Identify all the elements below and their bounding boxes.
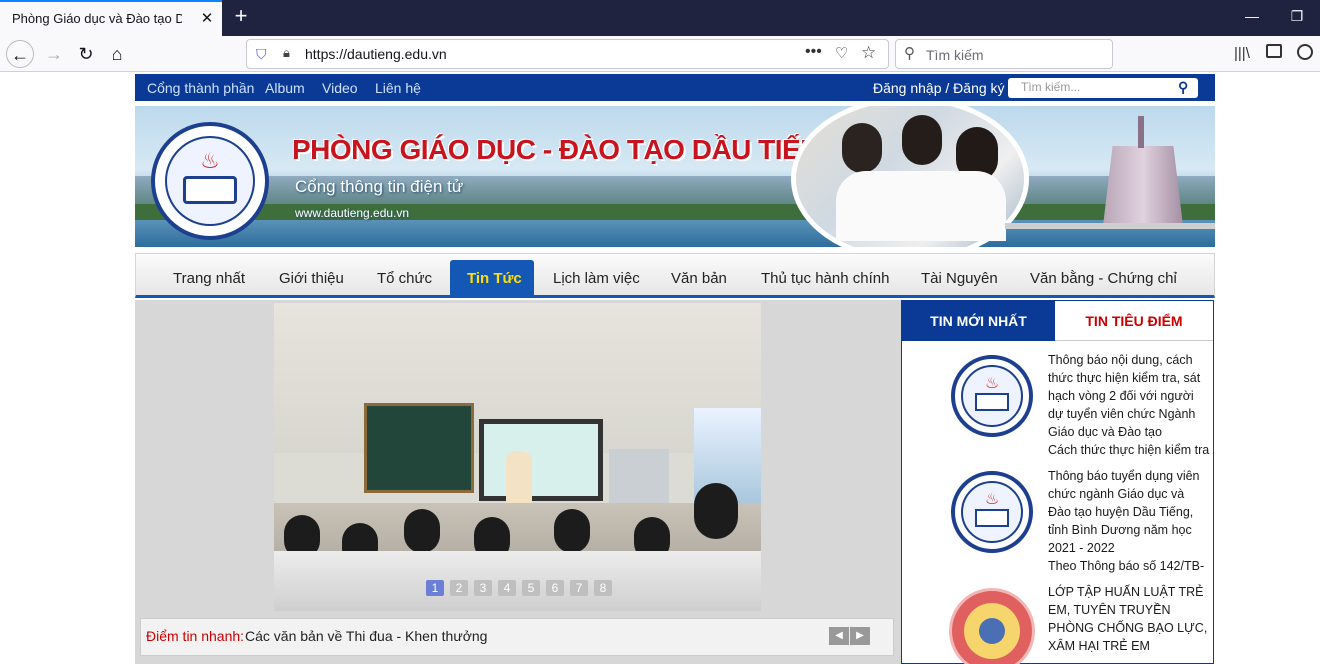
quick-news-prev-icon[interactable]: ◀ [829,627,849,645]
slider-page-5[interactable]: 5 [522,580,540,596]
search-icon: ⚲ [904,45,915,62]
students-photo [791,106,1029,247]
smartboard [479,419,603,501]
chalkboard [364,403,474,493]
menu-item-home[interactable]: Trang nhất [173,270,245,287]
slider-page-3[interactable]: 3 [474,580,492,596]
bookmark-star-icon[interactable]: ☆ [861,43,876,63]
browser-toolbar: ← → ↻ ⌂ ⛉ 🔒︎ https://dautieng.edu.vn •••… [0,36,1320,72]
pocket-icon[interactable]: ♡ [835,44,848,62]
minimize-icon[interactable]: — [1240,6,1264,28]
book-icon [183,176,237,204]
quick-news-bar: Điểm tin nhanh: Các văn bản về Thi đua -… [140,618,894,656]
account-icon[interactable] [1297,44,1313,60]
news-thumb-child-protection[interactable] [949,588,1035,664]
site-top-bar: Cổng thành phần Album Video Liên hệ Đăng… [135,74,1215,101]
slider-page-4[interactable]: 4 [498,580,516,596]
site-search-placeholder: Tìm kiếm... [1021,80,1081,94]
slider-page-7[interactable]: 7 [570,580,588,596]
more-actions-icon[interactable]: ••• [805,43,822,61]
sidebar-icon[interactable] [1266,44,1282,58]
tab-latest-news[interactable]: TIN MỚI NHẤT [902,301,1055,341]
browser-tab[interactable]: Phòng Giáo dục và Đào tạo Dầu ✕ [0,0,222,36]
banner-url: www.dautieng.edu.vn [295,206,410,220]
news-thumb-logo[interactable]: ♨ [951,471,1033,553]
home-icon[interactable]: ⌂ [103,40,131,68]
url-text[interactable]: https://dautieng.edu.vn [305,46,447,62]
forward-icon[interactable]: → [40,40,68,68]
browser-tab-bar: Phòng Giáo dục và Đào tạo Dầu ✕ + — ❐ [0,0,1320,36]
site-search-input[interactable]: Tìm kiếm... ⚲ [1008,78,1198,98]
slider-page-1[interactable]: 1 [426,580,444,596]
search-placeholder: Tìm kiếm [926,47,984,63]
menu-item-certificates[interactable]: Văn bằng - Chứng chỉ [1030,270,1177,287]
tower-mast [1138,116,1144,148]
menu-item-news[interactable]: Tin Tức [467,270,522,287]
restore-icon[interactable]: ❐ [1285,6,1309,28]
dam-bridge [1005,223,1215,229]
login-register-link[interactable]: Đăng nhập / Đăng ký [873,80,1005,96]
top-link-album[interactable]: Album [265,80,305,96]
banner-title: PHÒNG GIÁO DỤC - ĐÀO TẠO DẦU TIẾNG [292,134,842,165]
slider-page-6[interactable]: 6 [546,580,564,596]
tab-title: Phòng Giáo dục và Đào tạo Dầu [12,11,182,26]
site-search-icon[interactable]: ⚲ [1178,79,1188,96]
slider-page-2[interactable]: 2 [450,580,468,596]
quick-news-label: Điểm tin nhanh: [146,628,245,644]
library-icon[interactable]: |||\ [1234,45,1250,62]
quick-news-next-icon[interactable]: ▶ [850,627,870,645]
quick-news-text[interactable]: Các văn bản về Thi đua - Khen thưởng [245,628,487,644]
news-title-2[interactable]: Thông báo tuyển dụng viên chức ngành Giá… [1048,467,1208,557]
top-link-portal[interactable]: Cổng thành phần [147,80,254,96]
news-title-3[interactable]: LỚP TẬP HUẤN LUẬT TRẺ EM, TUYÊN TRUYỀN P… [1048,583,1208,655]
top-link-contact[interactable]: Liên hệ [375,80,421,96]
news-side-panel: TIN MỚI NHẤT TIN TIÊU ĐIỂM ♨ Thông báo n… [901,300,1214,664]
torch-icon: ♨ [200,148,220,173]
site-banner: ♨ PHÒNG GIÁO DỤC - ĐÀO TẠO DẦU TIẾNG Cổn… [135,106,1215,247]
close-tab-icon[interactable]: ✕ [198,10,216,28]
menu-item-documents[interactable]: Văn bản [671,270,727,287]
news-summary-1: Cách thức thực hiện kiểm tra [1048,443,1210,457]
new-tab-icon[interactable]: + [228,4,254,30]
school-logo[interactable]: ♨ [151,122,269,240]
slider-page-8[interactable]: 8 [594,580,612,596]
shield-icon[interactable]: ⛉ [256,46,267,63]
browser-search-input[interactable]: ⚲ Tìm kiếm [895,39,1113,69]
menu-item-schedule[interactable]: Lịch làm việc [553,270,640,287]
reload-icon[interactable]: ↻ [72,40,100,68]
news-thumb-logo[interactable]: ♨ [951,355,1033,437]
menu-item-resources[interactable]: Tài Nguyên [921,270,998,287]
banner-subtitle: Cổng thông tin điện tử [295,177,464,196]
tab-focus-news[interactable]: TIN TIÊU ĐIỂM [1055,301,1213,341]
url-bar[interactable]: ⛉ 🔒︎ https://dautieng.edu.vn ••• ♡ ☆ [246,39,889,69]
menu-item-organization[interactable]: Tổ chức [377,270,432,287]
menu-item-procedures[interactable]: Thủ tục hành chính [761,270,889,287]
slider-image-classroom[interactable]: 1 2 3 4 5 6 7 8 [274,303,761,611]
lock-icon[interactable]: 🔒︎ [283,45,290,61]
main-menu: Trang nhất Giới thiệu Tổ chức Tin Tức Lị… [135,253,1215,298]
news-slider: 1 2 3 4 5 6 7 8 Điểm tin nhanh: Các văn … [135,300,901,664]
news-summary-2: Theo Thông báo số 142/TB- [1048,559,1205,573]
news-title-1[interactable]: Thông báo nội dung, cách thức thực hiện … [1048,351,1208,441]
top-link-video[interactable]: Video [322,80,358,96]
water-tower [1103,146,1183,226]
back-icon[interactable]: ← [6,40,34,68]
menu-item-about[interactable]: Giới thiệu [279,270,344,287]
